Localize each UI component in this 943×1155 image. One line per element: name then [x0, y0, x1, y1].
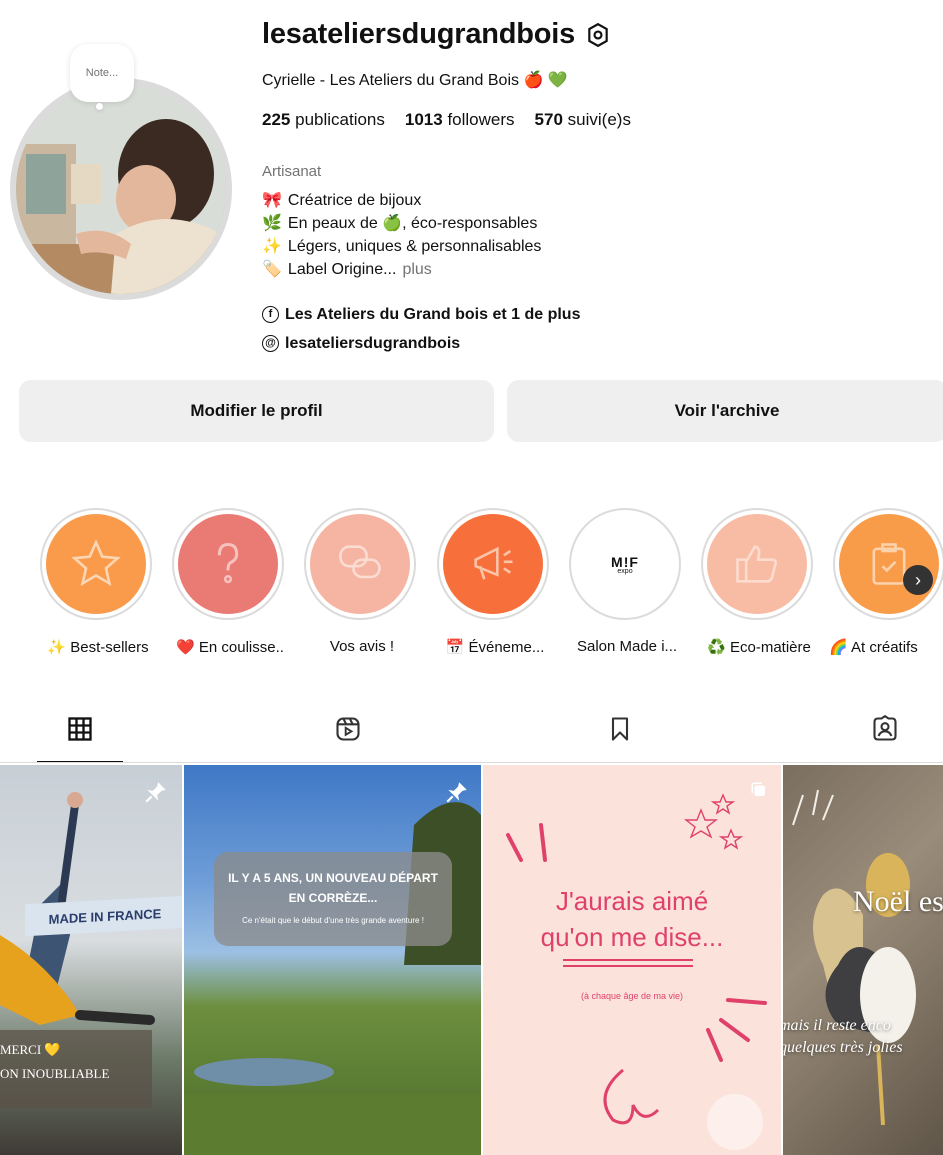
reels-icon: [336, 717, 360, 741]
note-bubble[interactable]: Note...: [70, 44, 134, 102]
post-subline: (à chaque âge de ma vie): [580, 991, 684, 1001]
post-tile[interactable]: Noël est mais il reste enco quelques trè…: [783, 765, 943, 1155]
tab-posts-grid[interactable]: [35, 715, 125, 763]
profile-avatar[interactable]: [10, 78, 232, 300]
highlight-label: ♻️ Eco-matière: [707, 639, 811, 656]
settings-gear-icon[interactable]: [585, 22, 611, 48]
tagged-icon: [873, 715, 897, 741]
tabs-divider: [0, 762, 943, 763]
threads-icon: @: [262, 335, 279, 352]
grid-icon: [68, 717, 92, 741]
bio-emoji-icon: 🌿: [262, 215, 282, 232]
highlight-ateliers-creatifs[interactable]: 🌈 At créatifs: [829, 508, 943, 656]
saved-icon: [611, 717, 629, 741]
pin-icon: [145, 782, 166, 803]
note-bubble-tail: [96, 103, 103, 110]
bio-emoji-icon: 🏷️: [262, 261, 282, 278]
bio-text: En peaux de 🍏, éco-responsables: [287, 215, 538, 232]
bio-text: Label Origine...: [287, 261, 397, 278]
green-heart-emoji-icon: 💚: [547, 72, 568, 89]
post-subline: Ce n'était que le début d'une très grand…: [242, 916, 424, 925]
tab-saved[interactable]: [575, 715, 665, 763]
highlight-en-coulisse[interactable]: ❤️ En coulisse..: [172, 508, 288, 656]
profile-stats: 225 publications 1013 followers 570 suiv…: [262, 110, 631, 130]
avatar-photo: [16, 84, 226, 294]
bio-line: 🌿 En peaux de 🍏, éco-responsables: [262, 212, 541, 235]
facebook-icon: f: [262, 306, 279, 323]
post-headline: Noël est: [853, 885, 943, 918]
facebook-link-text: Les Ateliers du Grand bois et 1 de plus: [285, 306, 581, 323]
post-headline: IL Y A 5 ANS, UN NOUVEAU DÉPART EN CORRÈ…: [228, 871, 438, 905]
star-icon: [46, 514, 146, 614]
followers-stat[interactable]: 1013 followers: [405, 110, 515, 130]
bio-line: ✨ Légers, uniques & personnalisables: [262, 235, 541, 258]
threads-link-text: lesateliersdugrandbois: [285, 335, 461, 352]
post-script-text: mais il reste enco quelques très jolies: [783, 1017, 903, 1056]
display-name: Cyrielle - Les Ateliers du Grand Bois: [262, 72, 519, 89]
post-headline: J'aurais aimé qu'on me dise...: [540, 886, 724, 952]
highlight-label: 🌈 At créatifs: [829, 639, 918, 656]
post-tile[interactable]: IL Y A 5 ANS, UN NOUVEAU DÉPART EN CORRÈ…: [184, 765, 481, 1155]
post-tile[interactable]: MADE IN FRANCE MERCI 💛 ON INOUBLIABLE: [0, 765, 182, 1155]
tab-tagged[interactable]: [840, 715, 930, 763]
post-caption-box: MERCI 💛 ON INOUBLIABLE: [0, 1030, 152, 1108]
post-tile[interactable]: J'aurais aimé qu'on me dise... (à chaque…: [483, 765, 781, 1155]
highlight-vos-avis[interactable]: Vos avis !: [304, 508, 420, 655]
bio-line: 🏷️ Label Origine... plus: [262, 258, 541, 281]
view-archive-button[interactable]: Voir l'archive: [507, 380, 943, 442]
highlights-next-arrow-icon[interactable]: ›: [903, 565, 933, 595]
display-name-row: Cyrielle - Les Ateliers du Grand Bois 🍎 …: [262, 70, 568, 90]
post-caption-line: MERCI 💛: [0, 1042, 61, 1057]
tab-reels[interactable]: [303, 715, 393, 763]
username: lesateliersdugrandbois: [262, 18, 576, 50]
post-text-box: IL Y A 5 ANS, UN NOUVEAU DÉPART EN CORRÈ…: [214, 852, 452, 946]
megaphone-icon: [443, 514, 543, 614]
following-stat[interactable]: 570 suivi(e)s: [535, 110, 631, 130]
question-mark-icon: [178, 514, 278, 614]
threads-link[interactable]: @ lesateliersdugrandbois: [262, 329, 580, 358]
highlight-evenements[interactable]: 📅 Événeme...: [437, 508, 553, 656]
facebook-link[interactable]: f Les Ateliers du Grand bois et 1 de plu…: [262, 300, 580, 329]
highlight-best-sellers[interactable]: ✨ Best-sellers: [40, 508, 156, 656]
thumbs-up-icon: [707, 514, 807, 614]
bio-more-link[interactable]: plus: [402, 258, 431, 281]
pin-icon: [446, 782, 467, 803]
bio-emoji-icon: ✨: [262, 238, 282, 255]
carousel-icon: [751, 782, 765, 796]
profile-category: Artisanat: [262, 163, 322, 180]
highlight-eco-matiere[interactable]: ♻️ Eco-matière: [701, 508, 817, 656]
posts-stat: 225 publications: [262, 110, 385, 129]
profile-bio: 🎀 Créatrice de bijoux 🌿 En peaux de 🍏, é…: [262, 189, 541, 281]
apple-emoji-icon: 🍎: [523, 72, 544, 89]
profile-links: f Les Ateliers du Grand bois et 1 de plu…: [262, 300, 580, 358]
highlight-salon-made-in[interactable]: M!F expo Salon Made i...: [569, 508, 685, 655]
bio-text: Créatrice de bijoux: [287, 192, 422, 209]
post-caption-line: ON INOUBLIABLE: [0, 1066, 110, 1081]
bio-emoji-icon: 🎀: [262, 192, 282, 209]
username-row: lesateliersdugrandbois: [262, 18, 611, 51]
bio-text: Légers, uniques & personnalisables: [287, 238, 542, 255]
edit-profile-button[interactable]: Modifier le profil: [19, 380, 494, 442]
clipboard-check-icon: [839, 514, 939, 614]
bio-line: 🎀 Créatrice de bijoux: [262, 189, 541, 212]
chat-bubbles-icon: [310, 514, 410, 614]
mif-expo-logo: M!F expo: [575, 514, 675, 614]
